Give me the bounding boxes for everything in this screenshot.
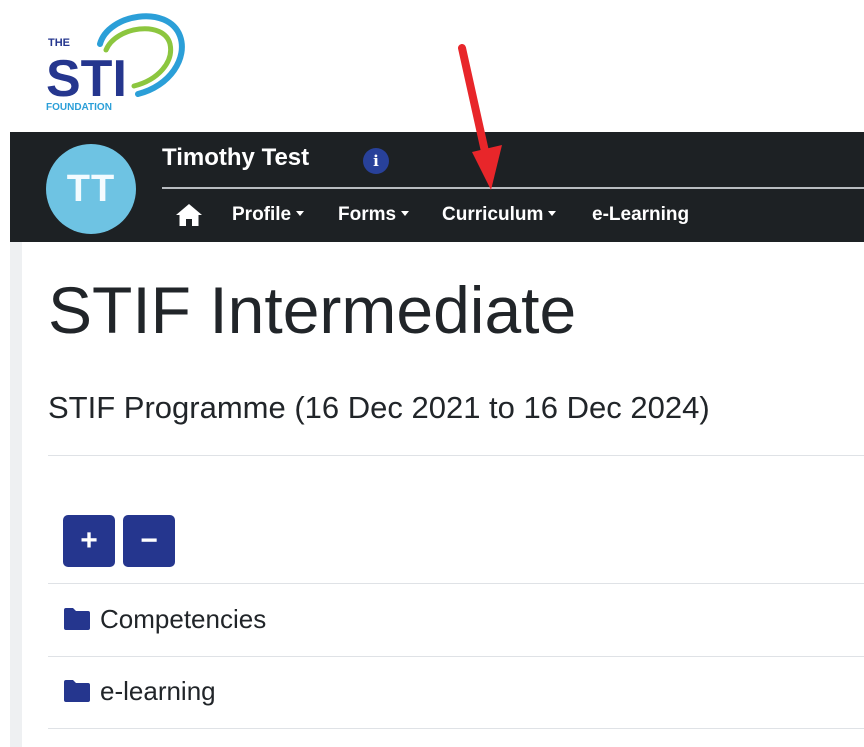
divider [48, 728, 864, 729]
info-icon[interactable]: i [363, 148, 389, 174]
folder-icon [64, 608, 90, 630]
avatar-initials: TT [66, 167, 116, 210]
divider [48, 455, 864, 456]
expand-all-button[interactable]: + [63, 515, 115, 567]
info-glyph: i [373, 152, 379, 170]
logo-sti-text: STI [46, 50, 127, 108]
programme-subtitle: STIF Programme (16 Dec 2021 to 16 Dec 20… [48, 390, 710, 425]
logo-foundation-text: FOUNDATION [46, 102, 112, 113]
left-margin-strip [10, 242, 22, 747]
nav-profile-dropdown[interactable]: Profile [232, 204, 305, 226]
folder-icon [64, 680, 90, 702]
tree-item-label: e-learning [100, 675, 216, 706]
divider [48, 583, 864, 584]
nav-forms-label: Forms [338, 204, 397, 225]
avatar[interactable]: TT [46, 144, 136, 234]
nav-curriculum-label: Curriculum [442, 204, 544, 225]
tree-item-e-learning[interactable]: e-learning [62, 676, 216, 706]
tree-item-label: Competencies [100, 603, 267, 634]
divider [48, 656, 864, 657]
chevron-down-icon [401, 210, 410, 216]
page-title: STIF Intermediate [48, 273, 577, 347]
nav-curriculum-dropdown[interactable]: Curriculum [442, 204, 557, 226]
user-name[interactable]: Timothy Test [162, 144, 309, 172]
chevron-down-icon [296, 210, 305, 216]
annotation-arrow [458, 44, 502, 190]
plus-icon: + [80, 524, 98, 557]
nav-elearning-label: e-Learning [592, 204, 690, 225]
nav-profile-label: Profile [232, 204, 292, 225]
top-navbar: TT Timothy Test i Profile Forms Curricul… [10, 132, 864, 242]
tree-item-competencies[interactable]: Competencies [62, 604, 266, 634]
collapse-all-button[interactable]: − [123, 515, 175, 567]
nav-elearning-link[interactable]: e-Learning [592, 204, 689, 226]
nav-forms-dropdown[interactable]: Forms [338, 204, 410, 226]
sti-foundation-logo[interactable]: THE STI FOUNDATION [38, 6, 188, 118]
logo-the-text: THE [48, 37, 70, 49]
minus-icon: − [140, 524, 158, 557]
chevron-down-icon [548, 210, 557, 216]
home-icon[interactable] [175, 202, 203, 228]
